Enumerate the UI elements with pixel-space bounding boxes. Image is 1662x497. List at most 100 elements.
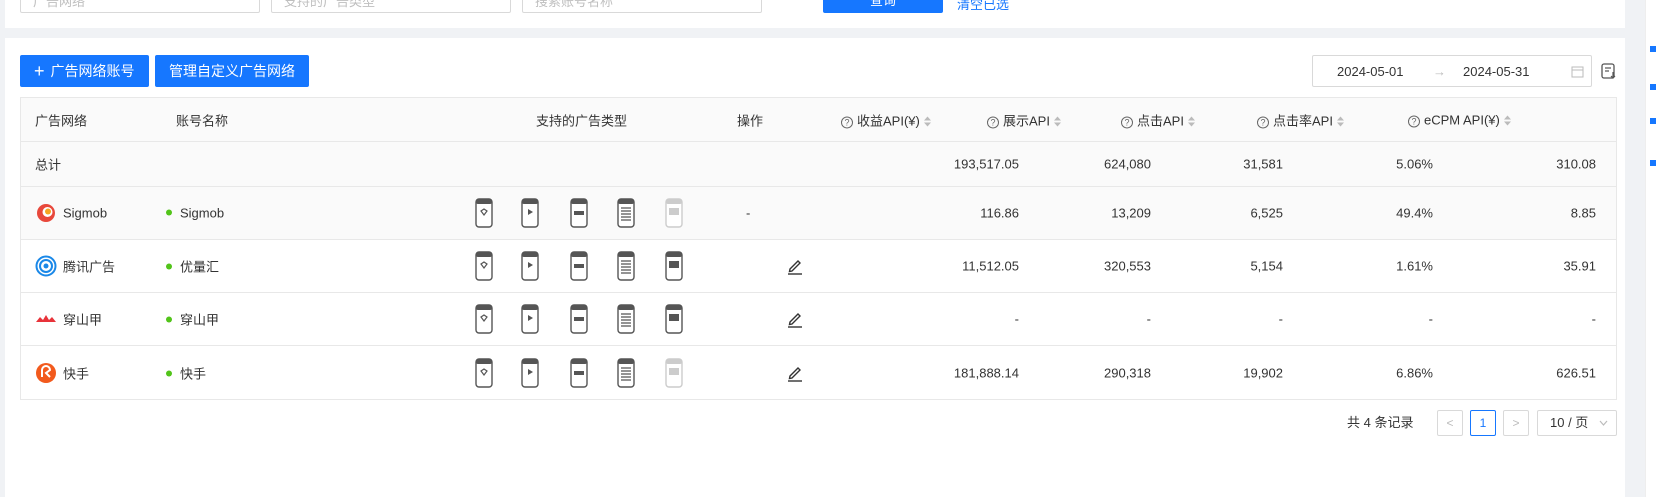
network-filter-input[interactable]: 广告网络 [20, 0, 260, 13]
total-row: 总计 193,517.05 624,080 31,581 5.06% 310.0… [21, 142, 1616, 187]
account-name: 穿山甲 [166, 310, 219, 329]
sidebar-mark [1650, 46, 1656, 52]
clicks: - [1278, 311, 1283, 327]
total-clicks: 31,581 [1243, 156, 1283, 172]
header-revenue[interactable]: ? 收益API(¥) [841, 110, 931, 129]
splash-ad-phone-icon [475, 251, 493, 281]
reset-link[interactable]: 清空已选 [957, 0, 1009, 13]
question-icon[interactable]: ? [1257, 116, 1269, 128]
date-range-picker[interactable]: 2024-05-01 → 2024-05-31 [1312, 55, 1592, 87]
export-icon[interactable] [1600, 62, 1618, 80]
total-label: 总计 [35, 157, 62, 173]
page-size-select[interactable]: 10 / 页 [1537, 410, 1617, 436]
ctr: 6.86% [1396, 365, 1433, 380]
edit-pencil-icon[interactable] [786, 310, 804, 328]
header-clicks[interactable]: ? 点击API [1121, 110, 1195, 129]
adtype-filter-input[interactable]: 支持的广告类型 [271, 0, 511, 13]
video-ad-phone-icon [521, 198, 539, 228]
edit-pencil-icon[interactable] [786, 257, 804, 275]
prev-page-button[interactable]: < [1437, 410, 1463, 436]
status-dot [166, 209, 172, 216]
question-icon[interactable]: ? [1408, 115, 1420, 127]
total-impressions: 624,080 [1104, 156, 1151, 172]
ctr: 1.61% [1396, 258, 1433, 274]
header-ecpm-label: eCPM API(¥) [1424, 112, 1500, 127]
sort-icon[interactable] [1503, 115, 1511, 125]
table-row: Sigmob Sigmob - 116.86 13,209 6,525 49.4… [21, 187, 1616, 240]
interstitial-ad-phone-icon-disabled [665, 198, 683, 228]
page-1-button[interactable]: 1 [1470, 410, 1496, 436]
video-ad-phone-icon [521, 357, 539, 388]
date-end[interactable]: 2024-05-31 [1463, 64, 1530, 79]
kuaishou-logo-icon [36, 362, 56, 383]
page-size-label: 10 / 页 [1550, 415, 1589, 430]
manage-custom-network-button[interactable]: 管理自定义广告网络 [155, 55, 309, 87]
question-icon[interactable]: ? [987, 116, 999, 128]
sidebar-mark [1650, 118, 1656, 124]
sort-icon[interactable] [1187, 116, 1195, 126]
header-impressions-label: 展示API [1003, 113, 1050, 128]
network-name: Sigmob [63, 205, 108, 221]
clicks: 19,902 [1243, 365, 1283, 380]
add-network-account-button[interactable]: + 广告网络账号 [20, 55, 149, 87]
calendar-icon [1571, 66, 1584, 78]
account-name-label: 优量汇 [180, 259, 220, 275]
interstitial-ad-phone-icon-disabled [665, 357, 683, 388]
date-start[interactable]: 2024-05-01 [1337, 64, 1404, 79]
banner-ad-phone-icon [570, 251, 588, 281]
chevron-down-icon [1599, 420, 1608, 426]
total-ctr: 5.06% [1396, 156, 1433, 172]
impressions: 320,553 [1104, 258, 1151, 274]
header-network: 广告网络 [35, 113, 88, 128]
clicks: 6,525 [1250, 205, 1283, 221]
account-name-label: 快手 [180, 366, 207, 381]
edit-pencil-icon[interactable] [786, 364, 804, 382]
feed-ad-phone-icon [617, 304, 635, 334]
interstitial-ad-phone-icon [665, 304, 683, 334]
ops-placeholder: - [746, 205, 751, 221]
tencent-ads-logo-icon [35, 255, 57, 277]
revenue: - [1014, 311, 1019, 327]
ecpm: 8.85 [1570, 205, 1596, 221]
status-dot [166, 316, 172, 323]
network-name: 快手 [63, 366, 90, 381]
table-row: 腾讯广告 优量汇 11,512.05 320,553 5,154 1.61% 3… [21, 240, 1616, 293]
network-name: 腾讯广告 [63, 259, 116, 275]
sigmob-logo-icon [37, 204, 55, 222]
revenue: 116.86 [980, 205, 1019, 221]
ecpm: 35.91 [1563, 258, 1596, 274]
next-page-button[interactable]: > [1503, 410, 1529, 436]
header-account: 账号名称 [176, 113, 229, 128]
header-revenue-label: 收益API(¥) [857, 113, 920, 128]
ecpm: - [1591, 311, 1596, 327]
sort-icon[interactable] [1053, 116, 1061, 126]
sort-icon[interactable] [923, 116, 931, 126]
status-dot [166, 263, 172, 270]
account-search-input[interactable]: 搜索账号名称 [522, 0, 762, 13]
banner-ad-phone-icon [570, 357, 588, 388]
total-revenue: 193,517.05 [953, 156, 1019, 172]
revenue: 181,888.14 [953, 365, 1019, 380]
account-name-label: Sigmob [180, 205, 225, 221]
pangle-logo-icon [36, 315, 56, 322]
sort-icon[interactable] [1336, 116, 1344, 126]
question-icon[interactable]: ? [841, 116, 853, 128]
account-name: 快手 [166, 363, 206, 382]
account-name: Sigmob [166, 206, 224, 221]
query-button[interactable]: 查询 [823, 0, 943, 13]
header-ecpm[interactable]: ? eCPM API(¥) [1408, 112, 1511, 127]
manage-custom-label: 管理自定义广告网络 [169, 63, 295, 79]
status-dot [166, 370, 172, 376]
header-ops: 操作 [737, 113, 764, 128]
sidebar-mark [1650, 84, 1656, 90]
header-ctr[interactable]: ? 点击率API [1257, 110, 1344, 129]
header-impressions[interactable]: ? 展示API [987, 110, 1061, 129]
question-icon[interactable]: ? [1121, 116, 1133, 128]
table-row: 快手 快手 181,888.14 290,318 19,902 6.86% 62… [21, 346, 1616, 399]
network-name: 穿山甲 [63, 312, 103, 328]
clicks: 5,154 [1250, 258, 1283, 274]
banner-ad-phone-icon [570, 198, 588, 228]
ecpm: 626.51 [1556, 365, 1596, 380]
sidebar-mark [1650, 160, 1656, 166]
impressions: 290,318 [1104, 365, 1151, 380]
